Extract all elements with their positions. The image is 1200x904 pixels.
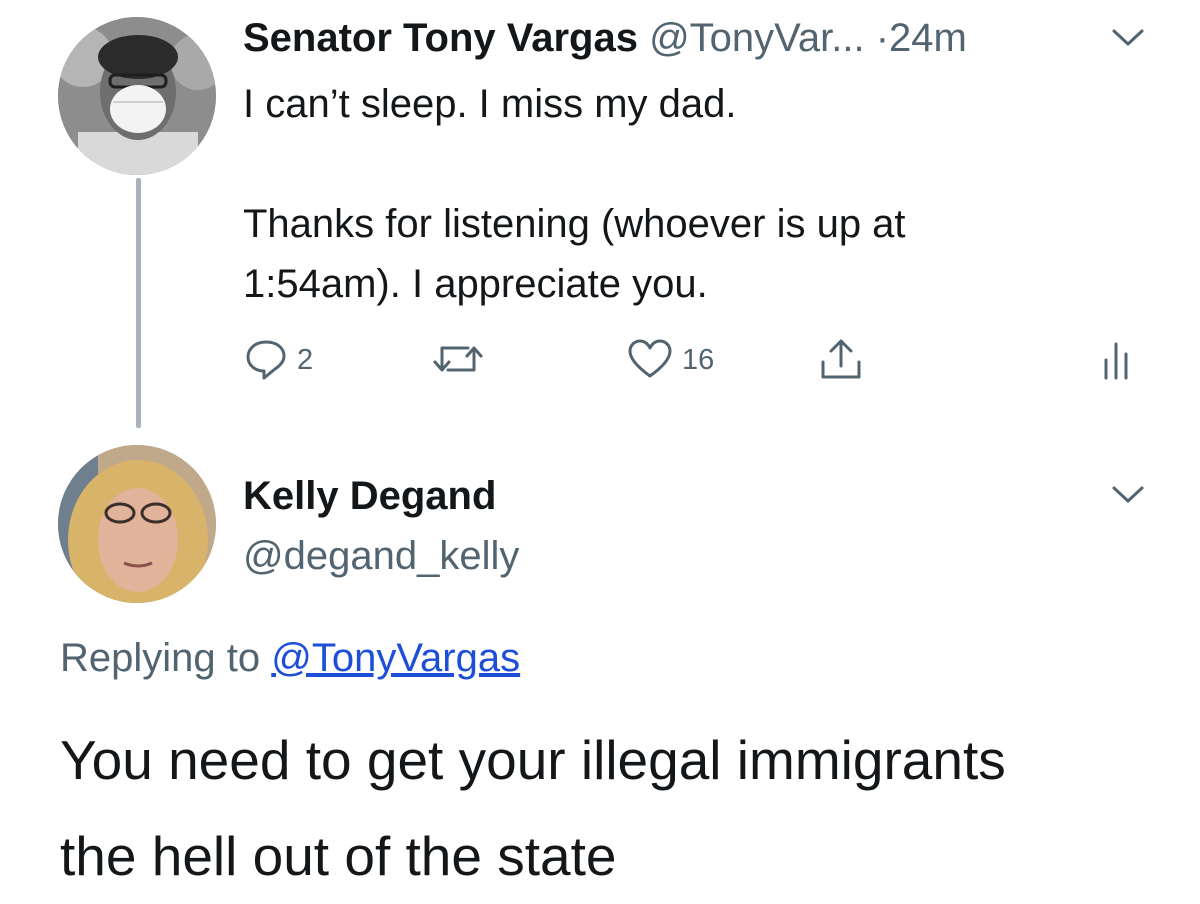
tweet-text: I can’t sleep. I miss my dad. Thanks for…: [243, 74, 1143, 314]
like-count: 16: [682, 344, 715, 376]
replying-to: Replying to @TonyVargas: [60, 630, 520, 686]
retweet-icon[interactable]: [430, 336, 486, 384]
header-separator: ·: [875, 16, 890, 60]
tweet-text-line: I can’t sleep. I miss my dad.: [243, 82, 737, 126]
thread-connector-line: [136, 178, 141, 428]
chevron-down-icon[interactable]: [1110, 484, 1146, 506]
tweet-header: Senator Tony Vargas @TonyVar... ·24m: [243, 12, 967, 64]
tweet-text-line: Thanks for listening (whoever is up at: [243, 202, 906, 246]
avatar-tony-vargas[interactable]: [58, 17, 216, 175]
reply-icon[interactable]: [243, 336, 289, 384]
analytics-icon[interactable]: [1100, 336, 1136, 384]
avatar-kelly-degand[interactable]: [58, 445, 216, 603]
replying-to-link[interactable]: @TonyVargas: [271, 636, 520, 680]
chevron-down-icon[interactable]: [1110, 27, 1146, 49]
reply-text-line: You need to get your illegal immigrants: [60, 729, 1006, 791]
like-icon[interactable]: [626, 336, 674, 384]
author-name[interactable]: Senator Tony Vargas: [243, 16, 638, 60]
reply-author-handle[interactable]: @degand_kelly: [243, 530, 519, 582]
reply-author-name[interactable]: Kelly Degand: [243, 470, 496, 522]
share-icon[interactable]: [818, 336, 864, 384]
replying-prefix: Replying to: [60, 636, 261, 680]
tweet-text-line: 1:54am). I appreciate you.: [243, 262, 708, 306]
reply-count: 2: [297, 344, 314, 376]
author-handle[interactable]: @TonyVar...: [649, 16, 865, 60]
reply-text: You need to get your illegal immigrants …: [60, 712, 1180, 904]
tweet-time[interactable]: 24m: [889, 16, 967, 60]
